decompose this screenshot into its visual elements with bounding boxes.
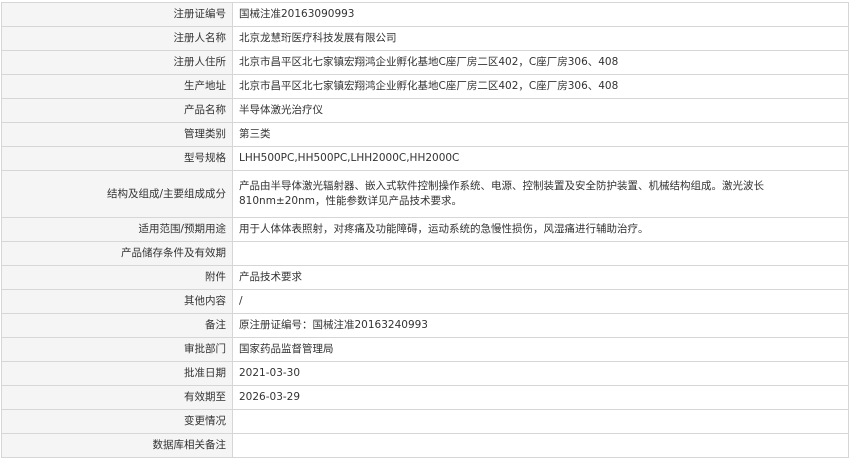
row-label: 其他内容: [1, 289, 233, 314]
table-row: 产品名称 半导体激光治疗仪: [1, 98, 849, 123]
table-row: 管理类别 第三类: [1, 122, 849, 147]
row-value: 产品技术要求: [232, 265, 849, 290]
row-value: 2021-03-30: [232, 361, 849, 386]
row-value: 北京市昌平区北七家镇宏翔鸿企业孵化基地C座厂房二区402，C座厂房306、408: [232, 74, 849, 99]
table-row: 数据库相关备注: [1, 433, 849, 458]
registration-table: 注册证编号 国械注准20163090993 注册人名称 北京龙慧珩医疗科技发展有…: [1, 2, 849, 458]
row-value: 第三类: [232, 122, 849, 147]
row-label: 产品名称: [1, 98, 233, 123]
row-label: 产品储存条件及有效期: [1, 241, 233, 266]
row-label: 有效期至: [1, 385, 233, 410]
row-value: [232, 409, 849, 434]
row-label: 管理类别: [1, 122, 233, 147]
table-row: 有效期至 2026-03-29: [1, 385, 849, 410]
row-label: 结构及组成/主要组成成分: [1, 170, 233, 218]
row-value: [232, 433, 849, 458]
table-row: 其他内容 /: [1, 289, 849, 314]
row-value: /: [232, 289, 849, 314]
row-label: 数据库相关备注: [1, 433, 233, 458]
row-value: 北京市昌平区北七家镇宏翔鸿企业孵化基地C座厂房二区402，C座厂房306、408: [232, 50, 849, 75]
row-value: 用于人体体表照射，对疼痛及功能障碍，运动系统的急慢性损伤，风湿痛进行辅助治疗。: [232, 217, 849, 242]
row-label: 备注: [1, 313, 233, 338]
table-row: 型号规格 LHH500PC,HH500PC,LHH2000C,HH2000C: [1, 146, 849, 171]
table-row: 结构及组成/主要组成成分 产品由半导体激光辐射器、嵌入式软件控制操作系统、电源、…: [1, 170, 849, 218]
table-row: 产品储存条件及有效期: [1, 241, 849, 266]
table-row: 附件 产品技术要求: [1, 265, 849, 290]
table-row: 批准日期 2021-03-30: [1, 361, 849, 386]
row-value: LHH500PC,HH500PC,LHH2000C,HH2000C: [232, 146, 849, 171]
table-row: 变更情况: [1, 409, 849, 434]
row-label: 生产地址: [1, 74, 233, 99]
row-label: 型号规格: [1, 146, 233, 171]
table-row: 注册人名称 北京龙慧珩医疗科技发展有限公司: [1, 26, 849, 51]
row-label: 审批部门: [1, 337, 233, 362]
row-value: 国家药品监督管理局: [232, 337, 849, 362]
row-label: 批准日期: [1, 361, 233, 386]
table-row: 注册人住所 北京市昌平区北七家镇宏翔鸿企业孵化基地C座厂房二区402，C座厂房3…: [1, 50, 849, 75]
row-label: 变更情况: [1, 409, 233, 434]
row-label: 注册人住所: [1, 50, 233, 75]
row-value: [232, 241, 849, 266]
row-value: 北京龙慧珩医疗科技发展有限公司: [232, 26, 849, 51]
table-row: 适用范围/预期用途 用于人体体表照射，对疼痛及功能障碍，运动系统的急慢性损伤，风…: [1, 217, 849, 242]
table-row: 生产地址 北京市昌平区北七家镇宏翔鸿企业孵化基地C座厂房二区402，C座厂房30…: [1, 74, 849, 99]
table-row: 备注 原注册证编号：国械注准20163240993: [1, 313, 849, 338]
table-row: 注册证编号 国械注准20163090993: [1, 2, 849, 27]
row-value: 原注册证编号：国械注准20163240993: [232, 313, 849, 338]
table-row: 审批部门 国家药品监督管理局: [1, 337, 849, 362]
row-label: 注册人名称: [1, 26, 233, 51]
row-value: 半导体激光治疗仪: [232, 98, 849, 123]
row-label: 附件: [1, 265, 233, 290]
row-value: 2026-03-29: [232, 385, 849, 410]
row-value: 国械注准20163090993: [232, 2, 849, 27]
row-label: 注册证编号: [1, 2, 233, 27]
row-value: 产品由半导体激光辐射器、嵌入式软件控制操作系统、电源、控制装置及安全防护装置、机…: [232, 170, 849, 218]
row-label: 适用范围/预期用途: [1, 217, 233, 242]
